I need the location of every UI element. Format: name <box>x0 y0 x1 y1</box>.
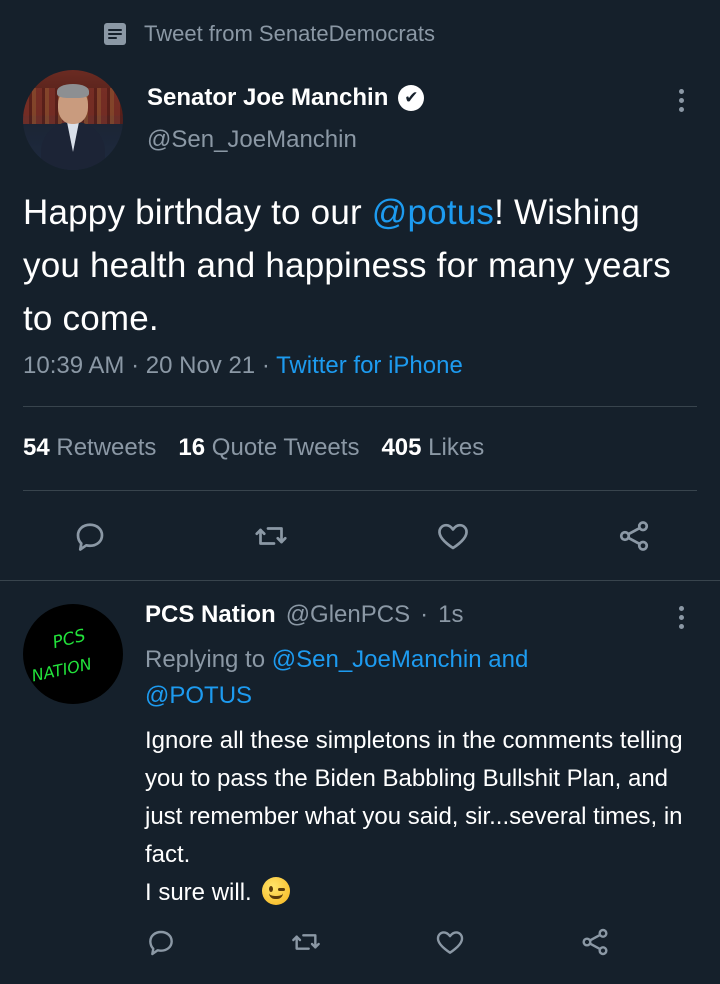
quote-tweets-stat[interactable]: 16 Quote Tweets <box>178 434 359 462</box>
tweet-text: Happy birthday to our @potus! Wishing yo… <box>23 193 671 338</box>
verified-badge-icon: ✔ <box>398 85 425 111</box>
retweets-stat[interactable]: 54 Retweets <box>23 434 156 462</box>
replying-to-link[interactable]: @POTUS <box>145 682 252 709</box>
share-icon[interactable] <box>616 518 652 554</box>
retweet-icon[interactable] <box>290 926 322 958</box>
divider <box>23 406 697 407</box>
reply-time[interactable]: 1s <box>438 601 463 629</box>
tweet-meta: 10:39 AM · 20 Nov 21 · Twitter for iPhon… <box>23 352 463 379</box>
svg-text:PCS: PCS <box>51 626 88 653</box>
more-icon[interactable] <box>679 606 685 633</box>
tweet-separator <box>0 580 720 581</box>
mention-link[interactable]: @potus <box>372 193 494 232</box>
tweet-stats: 54 Retweets 16 Quote Tweets 405 Likes <box>23 434 484 462</box>
share-icon[interactable] <box>579 926 611 958</box>
tweet-date[interactable]: 20 Nov 21 <box>146 352 255 379</box>
replying-to: Replying to @Sen_JoeManchin and @POTUS <box>145 646 529 709</box>
replying-to-link[interactable]: @Sen_JoeManchin <box>272 646 482 673</box>
reply-author-handle[interactable]: @GlenPCS <box>286 601 410 629</box>
document-icon <box>104 23 126 45</box>
tweet-time[interactable]: 10:39 AM <box>23 352 124 379</box>
author-name[interactable]: Senator Joe Manchin <box>147 84 388 112</box>
reply-author-avatar[interactable]: PCS NATION <box>23 604 123 704</box>
like-icon[interactable] <box>434 926 466 958</box>
reply-action-bar <box>145 926 611 958</box>
reply-icon[interactable] <box>72 518 108 554</box>
tweet-action-bar <box>72 518 652 554</box>
likes-stat[interactable]: 405 Likes <box>381 434 484 462</box>
social-context-label: Tweet from SenateDemocrats <box>144 21 436 46</box>
reply-author-name[interactable]: PCS Nation <box>145 601 276 629</box>
author-handle[interactable]: @Sen_JoeManchin <box>147 126 357 154</box>
more-icon[interactable] <box>679 89 685 116</box>
social-context[interactable]: Tweet from SenateDemocrats <box>104 18 435 50</box>
author-name-row[interactable]: Senator Joe Manchin ✔ <box>147 84 425 112</box>
author-avatar[interactable] <box>23 70 123 170</box>
reply-icon[interactable] <box>145 926 177 958</box>
tweet-source-link[interactable]: Twitter for iPhone <box>276 352 463 379</box>
divider <box>23 490 697 491</box>
retweet-icon[interactable] <box>253 518 289 554</box>
reply-header: PCS Nation @GlenPCS · 1s <box>145 601 464 629</box>
winking-face-emoji <box>262 877 291 905</box>
reply-text: Ignore all these simpletons in the comme… <box>145 727 683 906</box>
like-icon[interactable] <box>435 518 471 554</box>
svg-text:NATION: NATION <box>30 654 93 685</box>
